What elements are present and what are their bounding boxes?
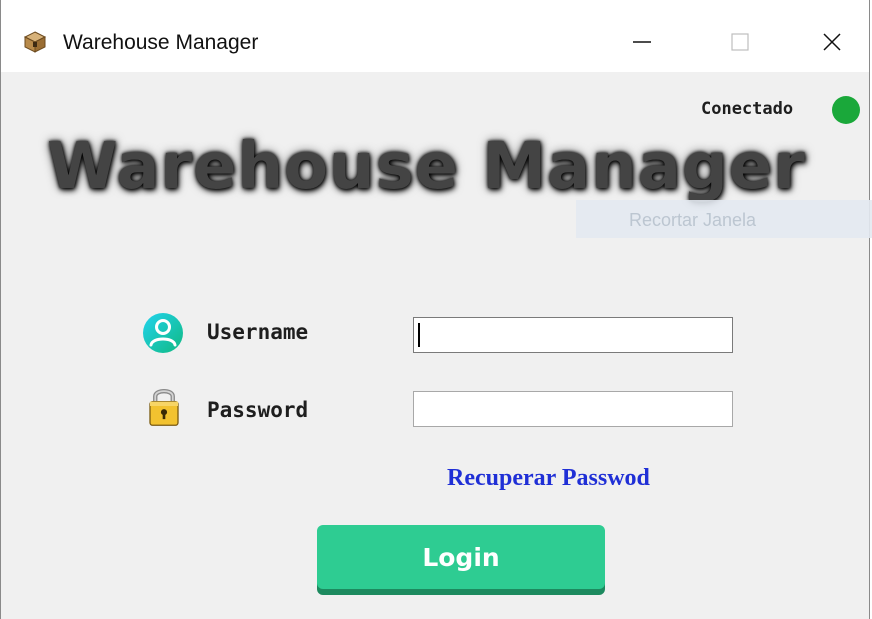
maximize-button[interactable] — [711, 14, 769, 70]
connection-status-indicator — [832, 96, 860, 124]
login-button[interactable]: Login — [317, 525, 605, 589]
package-icon — [23, 31, 47, 53]
minimize-button[interactable] — [613, 14, 671, 70]
password-input[interactable] — [413, 391, 733, 427]
title-bar[interactable]: Warehouse Manager — [1, 0, 869, 72]
app-banner-title: Warehouse Manager — [47, 130, 806, 204]
username-label: Username — [207, 320, 309, 344]
login-panel: Conectado Warehouse Manager Recortar Jan… — [1, 72, 872, 619]
maximize-icon — [731, 33, 749, 51]
minimize-icon — [633, 41, 651, 43]
recover-password-link[interactable]: Recuperar Passwod — [447, 465, 650, 492]
app-window: Warehouse Manager Conectado Warehouse Ma… — [0, 0, 872, 619]
ghost-overlay-text: Recortar Janela — [629, 210, 757, 230]
password-label: Password — [207, 398, 309, 422]
close-icon — [823, 33, 841, 51]
connection-status-label: Conectado — [701, 99, 794, 119]
user-icon — [143, 313, 183, 353]
username-input[interactable] — [413, 317, 733, 353]
lock-icon — [149, 388, 179, 426]
text-caret — [418, 323, 420, 347]
close-button[interactable] — [803, 14, 861, 70]
window-title: Warehouse Manager — [63, 31, 259, 54]
